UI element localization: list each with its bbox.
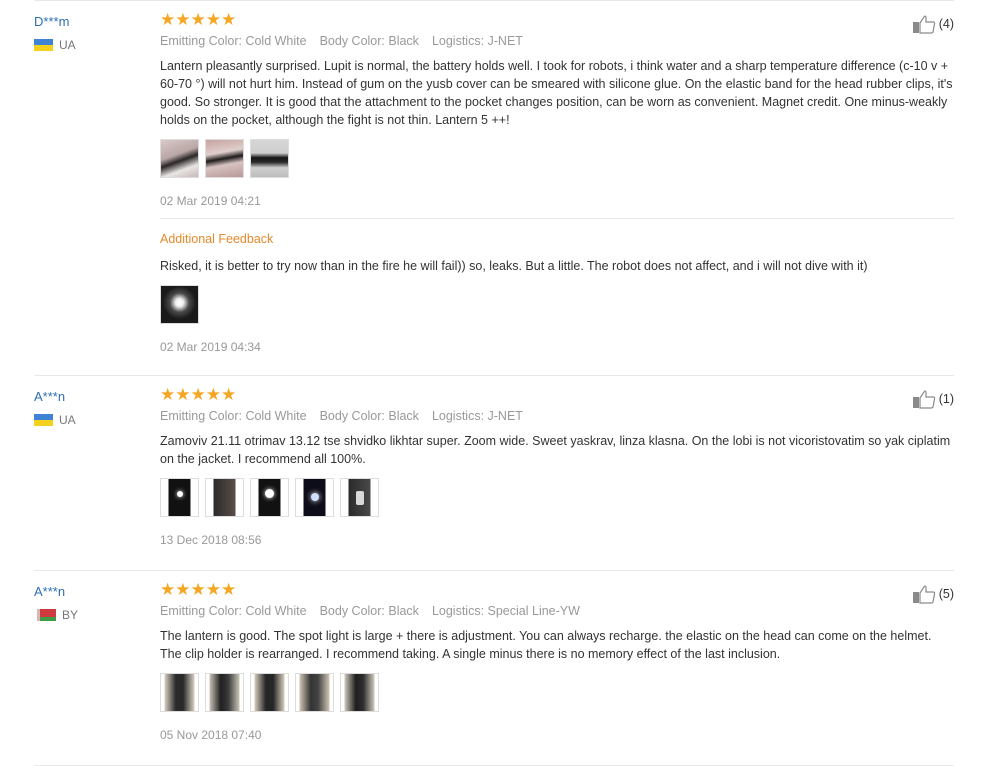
review-text: Zamoviv 21.11 otrimav 13.12 tse shvidko … <box>160 434 951 466</box>
review-photo-thumb[interactable] <box>160 673 199 712</box>
reviewer-name[interactable]: A***n <box>34 389 154 404</box>
additional-feedback-text: Risked, it is better to try now than in … <box>160 259 868 273</box>
star-rating: ★★★★★ <box>160 385 237 404</box>
review-photos <box>160 673 954 712</box>
reviewer-info: A***n UA <box>34 375 154 427</box>
thumbs-up-icon <box>912 585 935 604</box>
review-photo-thumb[interactable] <box>250 478 289 517</box>
reviewer-country: BY <box>34 608 154 622</box>
review-body: ★★★★★ Emitting Color: Cold White Body Col… <box>160 375 954 547</box>
belarus-flag-icon <box>34 609 56 621</box>
review-photo-thumb[interactable] <box>250 139 289 178</box>
review-date: 05 Nov 2018 07:40 <box>160 728 262 742</box>
reviewer-info: A***n BY <box>34 570 154 622</box>
helpful-count: (5) <box>938 587 954 601</box>
body-color: Body Color: Black <box>319 34 419 48</box>
thumbs-up-icon <box>912 390 935 409</box>
country-code: UA <box>59 38 76 52</box>
review-photos <box>160 139 954 178</box>
review-body: ★★★★★ Emitting Color: Cold White Body Col… <box>160 0 954 354</box>
review-photo-thumb[interactable] <box>340 673 379 712</box>
ukraine-flag-icon <box>34 39 53 51</box>
reviewer-country: UA <box>34 413 154 427</box>
logistics: Logistics: J-NET <box>431 34 523 48</box>
product-attributes: Emitting Color: Cold White Body Color: Bl… <box>160 409 954 423</box>
review-photo-thumb[interactable] <box>160 285 199 324</box>
reviewer-name[interactable]: A***n <box>34 584 154 599</box>
emitting-color: Emitting Color: Cold White <box>160 34 307 48</box>
country-code: BY <box>62 608 79 622</box>
review-text: Lantern pleasantly surprised. Lupit is n… <box>160 59 953 127</box>
review-item: A***n BY ★★★★★ Emitting Color: Cold Whit… <box>34 570 954 766</box>
helpful-count: (4) <box>938 17 954 31</box>
review-text: The lantern is good. The spot light is l… <box>160 629 932 661</box>
product-attributes: Emitting Color: Cold White Body Color: Bl… <box>160 34 954 48</box>
review-photo-thumb[interactable] <box>340 478 379 517</box>
star-rating: ★★★★★ <box>160 10 237 29</box>
review-item: A***n UA ★★★★★ Emitting Color: Cold Whit… <box>34 375 954 571</box>
thumbs-up-icon <box>912 15 935 34</box>
review-photo-thumb[interactable] <box>205 478 244 517</box>
product-attributes: Emitting Color: Cold White Body Color: Bl… <box>160 604 954 618</box>
review-photo-thumb[interactable] <box>295 673 334 712</box>
review-item: D***m UA ★★★★★ Emitting Color: Cold Whit… <box>34 0 954 376</box>
country-code: UA <box>59 413 76 427</box>
review-photo-thumb[interactable] <box>250 673 289 712</box>
additional-feedback-date: 02 Mar 2019 04:34 <box>160 340 261 354</box>
emitting-color: Emitting Color: Cold White <box>160 409 307 423</box>
reviewer-name[interactable]: D***m <box>34 14 154 29</box>
review-date: 13 Dec 2018 08:56 <box>160 533 262 547</box>
review-photo-thumb[interactable] <box>205 673 244 712</box>
reviewer-info: D***m UA <box>34 0 154 52</box>
helpful-button[interactable]: (5) <box>912 584 954 604</box>
body-color: Body Color: Black <box>319 409 419 423</box>
star-rating: ★★★★★ <box>160 580 237 599</box>
emitting-color: Emitting Color: Cold White <box>160 604 307 618</box>
helpful-button[interactable]: (1) <box>912 389 954 409</box>
review-photo-thumb[interactable] <box>205 139 244 178</box>
logistics: Logistics: J-NET <box>431 409 523 423</box>
review-photos <box>160 478 954 517</box>
additional-feedback-title: Additional Feedback <box>160 232 274 246</box>
review-photo-thumb[interactable] <box>160 478 199 517</box>
helpful-count: (1) <box>938 392 954 406</box>
body-color: Body Color: Black <box>319 604 419 618</box>
review-photo-thumb[interactable] <box>295 478 334 517</box>
review-body: ★★★★★ Emitting Color: Cold White Body Col… <box>160 570 954 742</box>
logistics: Logistics: Special Line-YW <box>431 604 580 618</box>
review-photo-thumb[interactable] <box>160 139 199 178</box>
review-date: 02 Mar 2019 04:21 <box>160 194 261 208</box>
additional-divider <box>160 218 954 219</box>
reviewer-country: UA <box>34 38 154 52</box>
helpful-button[interactable]: (4) <box>912 14 954 34</box>
ukraine-flag-icon <box>34 414 53 426</box>
additional-photos <box>160 285 954 324</box>
